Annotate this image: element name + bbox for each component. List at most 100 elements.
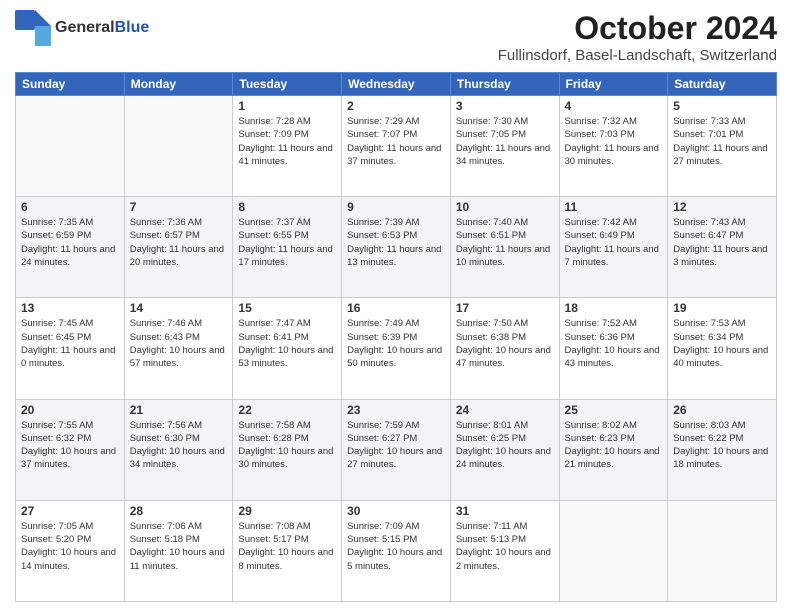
day-info: Sunrise: 7:47 AMSunset: 6:41 PMDaylight:… bbox=[238, 317, 336, 370]
day-info: Sunrise: 7:52 AMSunset: 6:36 PMDaylight:… bbox=[565, 317, 663, 370]
day-number: 2 bbox=[347, 99, 445, 113]
header-thursday: Thursday bbox=[450, 73, 559, 96]
day-number: 17 bbox=[456, 301, 554, 315]
page: GeneralBlue October 2024 Fullinsdorf, Ba… bbox=[0, 0, 792, 612]
header-monday: Monday bbox=[124, 73, 233, 96]
calendar-cell-w3-d6: 18 Sunrise: 7:52 AMSunset: 6:36 PMDayligh… bbox=[559, 298, 668, 399]
calendar-cell-w1-d4: 2 Sunrise: 7:29 AMSunset: 7:07 PMDaylight… bbox=[342, 96, 451, 197]
day-number: 26 bbox=[673, 403, 771, 417]
calendar-cell-w2-d2: 7 Sunrise: 7:36 AMSunset: 6:57 PMDaylight… bbox=[124, 197, 233, 298]
day-info: Sunrise: 7:58 AMSunset: 6:28 PMDaylight:… bbox=[238, 419, 336, 472]
calendar-cell-w1-d6: 4Sunrise: 7:32 AMSunset: 7:03 PMDaylight… bbox=[559, 96, 668, 197]
day-number: 6 bbox=[21, 200, 119, 214]
day-number: 24 bbox=[456, 403, 554, 417]
calendar-cell-w2-d4: 9 Sunrise: 7:39 AMSunset: 6:53 PMDaylight… bbox=[342, 197, 451, 298]
calendar-cell-w4-d1: 20 Sunrise: 7:55 AMSunset: 6:32 PMDayligh… bbox=[16, 399, 125, 500]
calendar-cell-w3-d4: 16Sunrise: 7:49 AMSunset: 6:39 PMDayligh… bbox=[342, 298, 451, 399]
day-info: Sunrise: 7:37 AMSunset: 6:55 PMDaylight:… bbox=[238, 216, 336, 269]
day-info: Sunrise: 7:46 AMSunset: 6:43 PMDaylight:… bbox=[130, 317, 228, 370]
title-area: October 2024 Fullinsdorf, Basel-Landscha… bbox=[498, 10, 777, 64]
day-number: 31 bbox=[456, 504, 554, 518]
day-info: Sunrise: 7:45 AMSunset: 6:45 PMDaylight:… bbox=[21, 317, 119, 370]
logo-icon bbox=[15, 10, 51, 46]
header-saturday: Saturday bbox=[668, 73, 777, 96]
calendar-cell-w3-d3: 15 Sunrise: 7:47 AMSunset: 6:41 PMDayligh… bbox=[233, 298, 342, 399]
calendar-table: Sunday Monday Tuesday Wednesday Thursday… bbox=[15, 72, 777, 602]
calendar-cell-w1-d1 bbox=[16, 96, 125, 197]
day-info: Sunrise: 7:36 AMSunset: 6:57 PMDaylight:… bbox=[130, 216, 228, 269]
calendar-cell-w2-d3: 8 Sunrise: 7:37 AMSunset: 6:55 PMDaylight… bbox=[233, 197, 342, 298]
subtitle: Fullinsdorf, Basel-Landschaft, Switzerla… bbox=[498, 47, 777, 64]
day-number: 22 bbox=[238, 403, 336, 417]
day-info: Sunrise: 7:59 AMSunset: 6:27 PMDaylight:… bbox=[347, 419, 445, 472]
day-number: 7 bbox=[130, 200, 228, 214]
day-number: 14 bbox=[130, 301, 228, 315]
day-number: 30 bbox=[347, 504, 445, 518]
calendar-cell-w5-d6 bbox=[559, 500, 668, 601]
day-number: 4 bbox=[565, 99, 663, 113]
calendar-cell-w1-d2 bbox=[124, 96, 233, 197]
day-number: 25 bbox=[565, 403, 663, 417]
calendar-cell-w2-d5: 10Sunrise: 7:40 AMSunset: 6:51 PMDayligh… bbox=[450, 197, 559, 298]
week-row-2: 6Sunrise: 7:35 AMSunset: 6:59 PMDaylight… bbox=[16, 197, 777, 298]
calendar-cell-w3-d5: 17 Sunrise: 7:50 AMSunset: 6:38 PMDayligh… bbox=[450, 298, 559, 399]
day-number: 11 bbox=[565, 200, 663, 214]
day-info: Sunrise: 7:53 AMSunset: 6:34 PMDaylight:… bbox=[673, 317, 771, 370]
calendar-cell-w4-d7: 26 Sunrise: 8:03 AMSunset: 6:22 PMDayligh… bbox=[668, 399, 777, 500]
calendar-cell-w2-d6: 11Sunrise: 7:42 AMSunset: 6:49 PMDayligh… bbox=[559, 197, 668, 298]
calendar-cell-w5-d7 bbox=[668, 500, 777, 601]
day-info: Sunrise: 7:55 AMSunset: 6:32 PMDaylight:… bbox=[21, 419, 119, 472]
day-number: 16 bbox=[347, 301, 445, 315]
day-info: Sunrise: 8:01 AMSunset: 6:25 PMDaylight:… bbox=[456, 419, 554, 472]
calendar-cell-w1-d5: 3 Sunrise: 7:30 AMSunset: 7:05 PMDaylight… bbox=[450, 96, 559, 197]
logo-blue: Blue bbox=[115, 19, 150, 36]
calendar-cell-w5-d2: 28Sunrise: 7:06 AMSunset: 5:18 PMDayligh… bbox=[124, 500, 233, 601]
header-friday: Friday bbox=[559, 73, 668, 96]
day-number: 20 bbox=[21, 403, 119, 417]
day-info: Sunrise: 8:02 AMSunset: 6:23 PMDaylight:… bbox=[565, 419, 663, 472]
day-info: Sunrise: 8:03 AMSunset: 6:22 PMDaylight:… bbox=[673, 419, 771, 472]
day-number: 29 bbox=[238, 504, 336, 518]
header-tuesday: Tuesday bbox=[233, 73, 342, 96]
day-info: Sunrise: 7:06 AMSunset: 5:18 PMDaylight:… bbox=[130, 520, 228, 573]
week-row-4: 20 Sunrise: 7:55 AMSunset: 6:32 PMDayligh… bbox=[16, 399, 777, 500]
day-number: 18 bbox=[565, 301, 663, 315]
calendar-cell-w5-d3: 29 Sunrise: 7:08 AMSunset: 5:17 PMDayligh… bbox=[233, 500, 342, 601]
day-number: 8 bbox=[238, 200, 336, 214]
day-info: Sunrise: 7:09 AMSunset: 5:15 PMDaylight:… bbox=[347, 520, 445, 573]
calendar-cell-w1-d3: 1Sunrise: 7:28 AMSunset: 7:09 PMDaylight… bbox=[233, 96, 342, 197]
calendar-cell-w4-d4: 23 Sunrise: 7:59 AMSunset: 6:27 PMDayligh… bbox=[342, 399, 451, 500]
day-info: Sunrise: 7:30 AMSunset: 7:05 PMDaylight:… bbox=[456, 115, 554, 168]
calendar-cell-w1-d7: 5Sunrise: 7:33 AMSunset: 7:01 PMDaylight… bbox=[668, 96, 777, 197]
calendar-cell-w5-d4: 30 Sunrise: 7:09 AMSunset: 5:15 PMDayligh… bbox=[342, 500, 451, 601]
calendar-cell-w4-d3: 22 Sunrise: 7:58 AMSunset: 6:28 PMDayligh… bbox=[233, 399, 342, 500]
calendar-cell-w3-d1: 13 Sunrise: 7:45 AMSunset: 6:45 PMDayligh… bbox=[16, 298, 125, 399]
header-sunday: Sunday bbox=[16, 73, 125, 96]
day-info: Sunrise: 7:50 AMSunset: 6:38 PMDaylight:… bbox=[456, 317, 554, 370]
day-number: 12 bbox=[673, 200, 771, 214]
day-info: Sunrise: 7:39 AMSunset: 6:53 PMDaylight:… bbox=[347, 216, 445, 269]
day-number: 10 bbox=[456, 200, 554, 214]
day-info: Sunrise: 7:56 AMSunset: 6:30 PMDaylight:… bbox=[130, 419, 228, 472]
day-info: Sunrise: 7:43 AMSunset: 6:47 PMDaylight:… bbox=[673, 216, 771, 269]
day-info: Sunrise: 7:08 AMSunset: 5:17 PMDaylight:… bbox=[238, 520, 336, 573]
day-number: 9 bbox=[347, 200, 445, 214]
main-title: October 2024 bbox=[498, 10, 777, 47]
calendar-cell-w5-d1: 27Sunrise: 7:05 AMSunset: 5:20 PMDayligh… bbox=[16, 500, 125, 601]
calendar-cell-w4-d5: 24 Sunrise: 8:01 AMSunset: 6:25 PMDayligh… bbox=[450, 399, 559, 500]
calendar-cell-w3-d2: 14 Sunrise: 7:46 AMSunset: 6:43 PMDayligh… bbox=[124, 298, 233, 399]
day-number: 13 bbox=[21, 301, 119, 315]
week-row-1: 1Sunrise: 7:28 AMSunset: 7:09 PMDaylight… bbox=[16, 96, 777, 197]
day-number: 15 bbox=[238, 301, 336, 315]
week-row-5: 27Sunrise: 7:05 AMSunset: 5:20 PMDayligh… bbox=[16, 500, 777, 601]
day-info: Sunrise: 7:29 AMSunset: 7:07 PMDaylight:… bbox=[347, 115, 445, 168]
day-number: 1 bbox=[238, 99, 336, 113]
day-number: 3 bbox=[456, 99, 554, 113]
logo-general: General bbox=[55, 19, 115, 36]
calendar-cell-w2-d1: 6Sunrise: 7:35 AMSunset: 6:59 PMDaylight… bbox=[16, 197, 125, 298]
day-info: Sunrise: 7:05 AMSunset: 5:20 PMDaylight:… bbox=[21, 520, 119, 573]
calendar-cell-w2-d7: 12 Sunrise: 7:43 AMSunset: 6:47 PMDayligh… bbox=[668, 197, 777, 298]
week-row-3: 13 Sunrise: 7:45 AMSunset: 6:45 PMDayligh… bbox=[16, 298, 777, 399]
calendar-cell-w5-d5: 31Sunrise: 7:11 AMSunset: 5:13 PMDayligh… bbox=[450, 500, 559, 601]
day-number: 23 bbox=[347, 403, 445, 417]
